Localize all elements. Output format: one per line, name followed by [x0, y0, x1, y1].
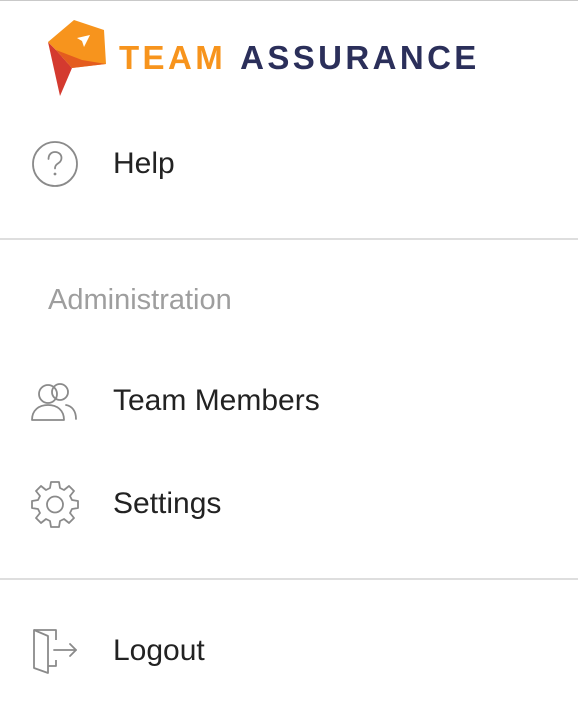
logout-label: Logout	[113, 634, 205, 667]
app-wordmark: TEAM ASSURANCE	[119, 38, 480, 78]
menu-item-help[interactable]: Help	[0, 132, 578, 196]
administration-header: Administration	[48, 284, 232, 316]
app-logo	[46, 20, 108, 98]
users-icon	[30, 376, 80, 426]
wordmark-team: TEAM	[119, 39, 227, 76]
gear-icon	[30, 479, 80, 529]
menu-item-settings[interactable]: Settings	[0, 472, 578, 536]
logo-mark-icon	[48, 20, 106, 96]
logout-icon	[30, 626, 80, 676]
help-circle-icon	[30, 139, 80, 189]
wordmark-assurance: ASSURANCE	[240, 39, 480, 76]
help-label: Help	[113, 147, 175, 180]
team-members-label: Team Members	[113, 384, 320, 417]
settings-label: Settings	[113, 487, 222, 520]
menu-item-logout[interactable]: Logout	[0, 619, 578, 683]
top-divider	[0, 0, 578, 1]
menu-item-team-members[interactable]: Team Members	[0, 369, 578, 433]
section-divider	[0, 578, 578, 580]
section-divider	[0, 238, 578, 240]
